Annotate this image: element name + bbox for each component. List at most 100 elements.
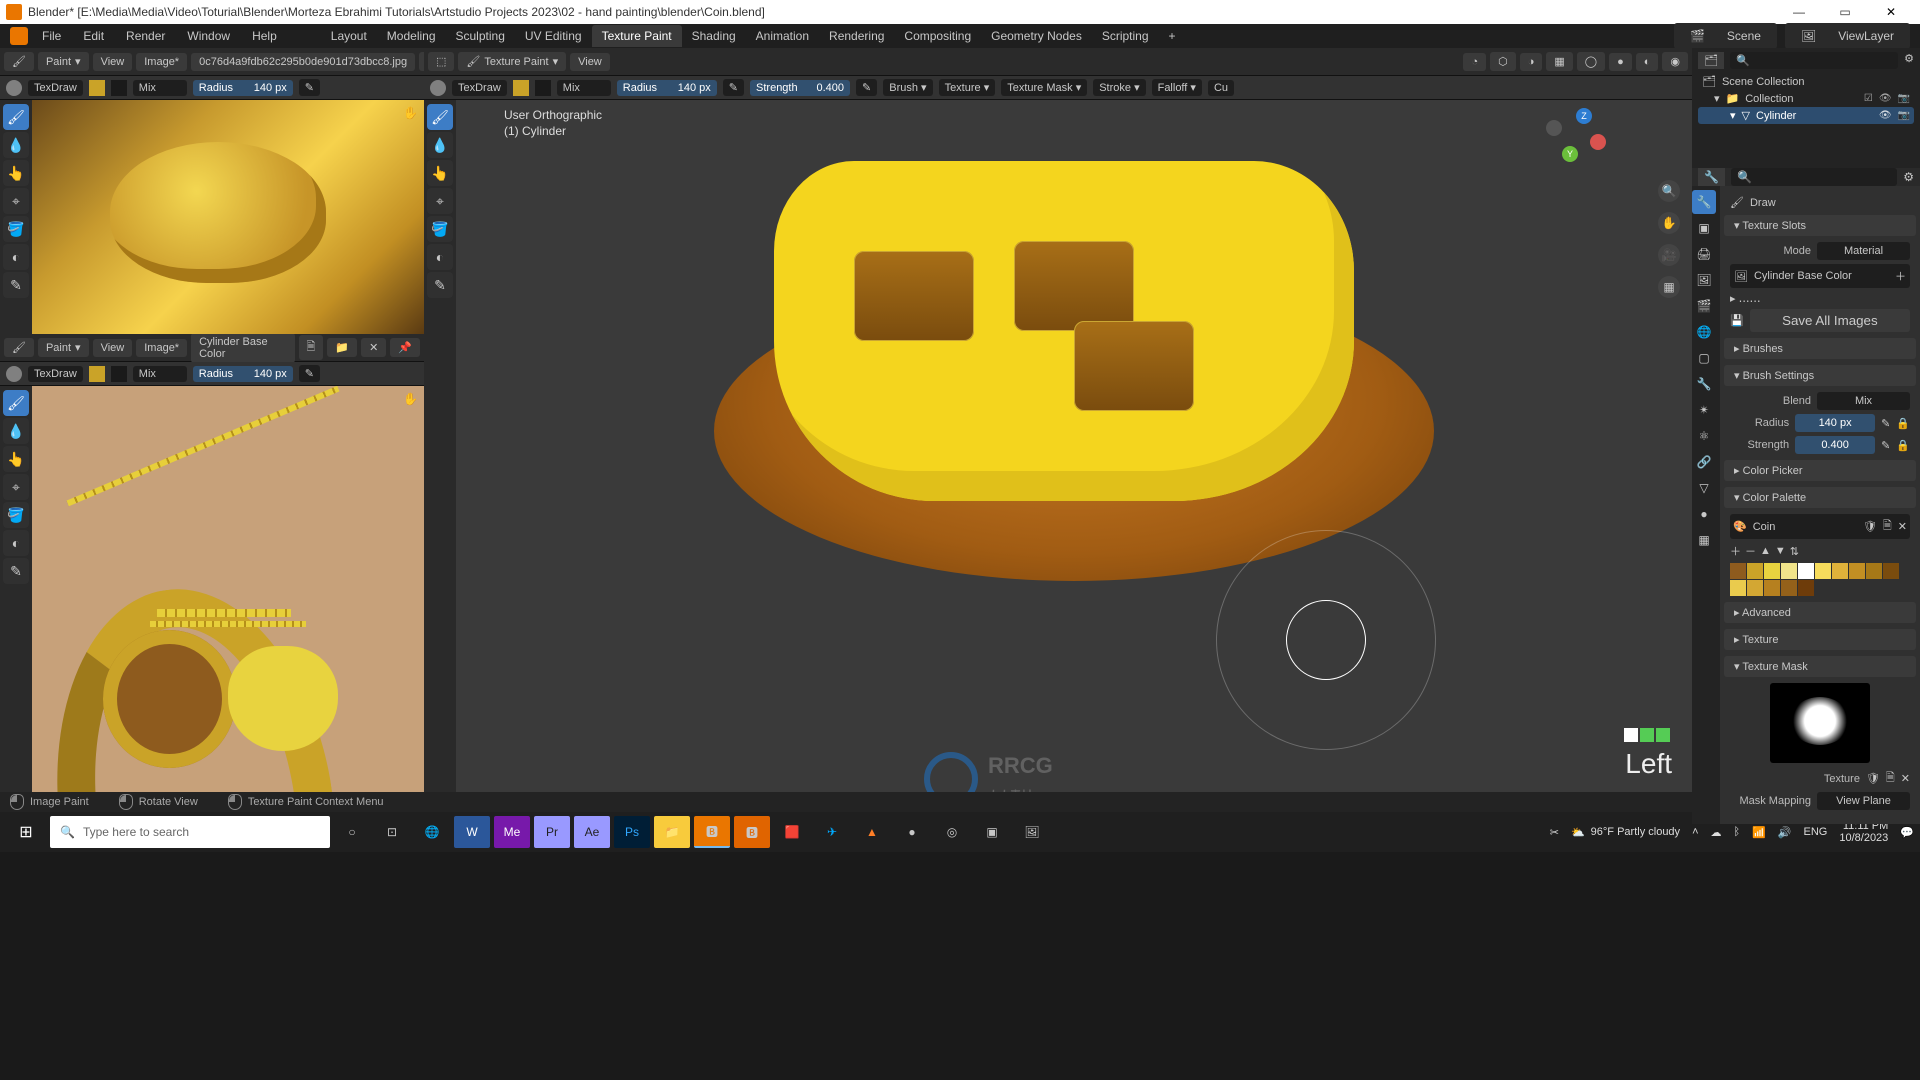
- task-premiere-icon[interactable]: Pr: [534, 816, 570, 848]
- outliner-type-icon[interactable]: 🗂: [1698, 52, 1724, 69]
- blend-select[interactable]: Mix: [1817, 392, 1910, 410]
- tray-wifi-icon[interactable]: 📶: [1752, 826, 1766, 839]
- tool-annotate[interactable]: ✎: [3, 272, 29, 298]
- tex-unlink-icon[interactable]: ✕: [1901, 772, 1910, 785]
- outliner-search[interactable]: 🔍: [1730, 52, 1898, 69]
- color-picker-header[interactable]: Color Picker: [1724, 460, 1916, 481]
- shading-wireframe-icon[interactable]: ◯: [1577, 52, 1605, 71]
- window-close[interactable]: ✕: [1868, 0, 1914, 24]
- outliner-scene-collection[interactable]: 🗂 Scene Collection: [1698, 73, 1914, 90]
- uvimg-open-icon[interactable]: 📁: [327, 338, 357, 357]
- vp-texture-menu[interactable]: Texture ▾: [939, 79, 996, 96]
- orientation-gizmo[interactable]: Z Y: [1542, 110, 1602, 170]
- refimg-color-secondary[interactable]: [111, 80, 127, 96]
- uvimg-mode[interactable]: Paint ▾: [38, 338, 89, 357]
- proptab-modifiers-icon[interactable]: 🔧: [1692, 372, 1716, 396]
- vp-color-primary[interactable]: [513, 80, 529, 96]
- uvimg-pin-icon[interactable]: 📌: [390, 338, 420, 357]
- task-generic1-icon[interactable]: ●: [894, 816, 930, 848]
- proptab-render-icon[interactable]: ▣: [1692, 216, 1716, 240]
- palette-swatch[interactable]: [1781, 563, 1797, 579]
- texture-mask-preview[interactable]: [1770, 683, 1870, 763]
- brushes-header[interactable]: Brushes: [1724, 338, 1916, 359]
- task-word-icon[interactable]: W: [454, 816, 490, 848]
- viewlayer-field[interactable]: 🖼 ViewLayer: [1785, 23, 1910, 49]
- radius-pressure-icon[interactable]: ✎: [1881, 417, 1890, 430]
- uvimg-image-menu[interactable]: Image*: [136, 339, 187, 357]
- uvimg-color-primary[interactable]: [89, 366, 105, 382]
- props-type-icon[interactable]: 🔧: [1698, 168, 1725, 186]
- tool-clone[interactable]: ⌖: [3, 188, 29, 214]
- refimg-file[interactable]: 0c76d4a9fdb62c295b0de901d73dbcc8.jpg: [191, 53, 415, 71]
- task-taskview-icon[interactable]: ⊡: [374, 816, 410, 848]
- vp-tool-clone[interactable]: ⌖: [427, 188, 453, 214]
- tool-draw[interactable]: 🖌: [3, 104, 29, 130]
- tab-modeling[interactable]: Modeling: [377, 25, 446, 47]
- proptab-tool-icon[interactable]: 🔧: [1692, 190, 1716, 214]
- nav-persp-icon[interactable]: ▦: [1658, 276, 1680, 298]
- viewport-gizmo-icon[interactable]: ⬡: [1490, 52, 1516, 71]
- start-button[interactable]: ⊞: [6, 816, 46, 848]
- props-options-icon[interactable]: ⚙: [1903, 170, 1914, 184]
- palette-swatch[interactable]: [1883, 563, 1899, 579]
- tab-rendering[interactable]: Rendering: [819, 25, 894, 47]
- axis-z-icon[interactable]: Z: [1576, 108, 1592, 124]
- nav-zoom-icon[interactable]: 🔍: [1658, 180, 1680, 202]
- viewport-mode[interactable]: 🖌 Texture Paint ▾: [458, 52, 566, 71]
- vp-tool-draw[interactable]: 🖌: [427, 104, 453, 130]
- tray-lang[interactable]: ENG: [1804, 826, 1828, 838]
- strength-value[interactable]: 0.400: [1795, 436, 1875, 454]
- render-icon[interactable]: 📷: [1898, 110, 1910, 121]
- vp-tool-annotate[interactable]: ✎: [427, 272, 453, 298]
- task-explorer-icon[interactable]: 📁: [654, 816, 690, 848]
- tray-onedrive-icon[interactable]: ☁: [1711, 826, 1722, 839]
- task-shortcut-icon[interactable]: ✂: [1550, 826, 1559, 839]
- uvimg-pressure-icon[interactable]: ✎: [299, 365, 320, 382]
- task-photoshop-icon[interactable]: Ps: [614, 816, 650, 848]
- task-anydesk-icon[interactable]: 🟥: [774, 816, 810, 848]
- uv-tool-mask[interactable]: ◐: [3, 530, 29, 556]
- save-all-images-button[interactable]: Save All Images: [1750, 309, 1910, 332]
- restrict-select-icon[interactable]: ☑: [1864, 93, 1873, 104]
- tray-bluetooth-icon[interactable]: ᛒ: [1734, 826, 1741, 838]
- vp-strength[interactable]: Strength0.400: [750, 80, 850, 96]
- scene-field[interactable]: 🎬 Scene: [1674, 23, 1777, 49]
- palette-add-icon[interactable]: ＋: [1730, 543, 1741, 559]
- refimg-color-primary[interactable]: [89, 80, 105, 96]
- palette-swatch[interactable]: [1866, 563, 1882, 579]
- menu-edit[interactable]: Edit: [75, 25, 112, 47]
- taskbar-weather[interactable]: ⛅ 96°F Partly cloudy: [1571, 826, 1680, 839]
- shading-solid-icon[interactable]: ●: [1609, 53, 1632, 71]
- uvimg-view[interactable]: View: [93, 339, 133, 357]
- uvimg-canvas[interactable]: ✋: [32, 386, 424, 792]
- palette-swatch[interactable]: [1730, 580, 1746, 596]
- palette-down-icon[interactable]: ▼: [1775, 545, 1786, 557]
- palette-sort-icon[interactable]: ⇅: [1790, 545, 1799, 558]
- uv-tool-soften[interactable]: 💧: [3, 418, 29, 444]
- outliner-filter-icon[interactable]: ⚙: [1904, 52, 1914, 69]
- tool-soften[interactable]: 💧: [3, 132, 29, 158]
- vp-brush-menu[interactable]: Brush ▾: [883, 79, 932, 96]
- tab-sculpting[interactable]: Sculpting: [446, 25, 515, 47]
- uvimg-new-icon[interactable]: 🗎: [299, 335, 324, 360]
- uvimg-brush[interactable]: TexDraw: [28, 366, 83, 382]
- outliner-collection[interactable]: ▾📁 Collection ☑👁📷: [1698, 90, 1914, 107]
- window-maximize[interactable]: ▭: [1822, 0, 1868, 24]
- outliner-cylinder[interactable]: ▾▽ Cylinder 👁📷: [1698, 107, 1914, 124]
- palette-swatch[interactable]: [1747, 563, 1763, 579]
- task-chrome-icon[interactable]: 🌐: [414, 816, 450, 848]
- refimg-canvas[interactable]: ✋: [32, 100, 424, 334]
- menu-help[interactable]: Help: [244, 25, 285, 47]
- tool-smear[interactable]: 👆: [3, 160, 29, 186]
- task-blender-icon[interactable]: 🅱: [694, 816, 730, 848]
- task-me-icon[interactable]: Me: [494, 816, 530, 848]
- tab-compositing[interactable]: Compositing: [894, 25, 981, 47]
- palette-unlink-icon[interactable]: ✕: [1898, 520, 1907, 533]
- props-search[interactable]: 🔍: [1731, 168, 1897, 186]
- uv-tool-smear[interactable]: 👆: [3, 446, 29, 472]
- texture-slots-header[interactable]: Texture Slots: [1724, 215, 1916, 236]
- proptab-physics-icon[interactable]: ⚛: [1692, 424, 1716, 448]
- proptab-object-icon[interactable]: ▢: [1692, 346, 1716, 370]
- uvimg-pan-icon[interactable]: ✋: [403, 392, 418, 406]
- tray-notifications-icon[interactable]: 💬: [1900, 826, 1914, 839]
